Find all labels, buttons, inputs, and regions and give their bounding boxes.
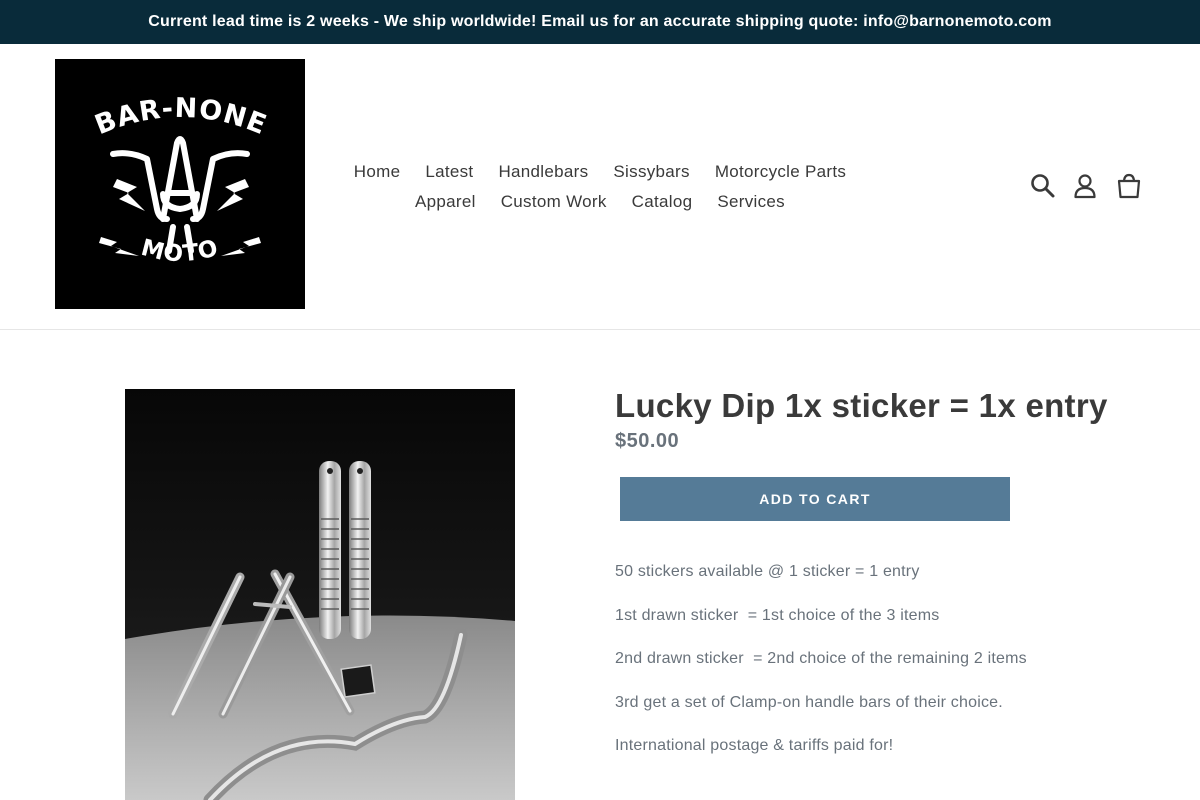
description-line: 3rd get a set of Clamp-on handle bars of… (615, 693, 1003, 711)
description-line: 50 stickers available @ 1 sticker = 1 en… (615, 563, 920, 580)
product-info: Lucky Dip 1x sticker = 1x entry $50.00 A… (615, 385, 1175, 754)
nav-item-custom-work[interactable]: Custom Work (488, 187, 619, 217)
announcement-bar: Current lead time is 2 weeks - We ship w… (0, 0, 1200, 44)
nav-item-latest[interactable]: Latest (413, 157, 486, 187)
nav-item-home[interactable]: Home (341, 157, 413, 187)
product-image[interactable] (125, 389, 515, 800)
product-description: 50 stickers available @ 1 sticker = 1 en… (615, 561, 1175, 779)
description-line: 1st drawn sticker = 1st choice of the 3 … (615, 606, 940, 624)
announcement-text: Current lead time is 2 weeks - We ship w… (148, 13, 1052, 30)
account-icon[interactable] (1070, 171, 1100, 201)
add-to-cart-button[interactable]: ADD TO CART (620, 477, 1010, 521)
search-icon[interactable] (1028, 171, 1058, 201)
nav-item-catalog[interactable]: Catalog (619, 187, 705, 217)
nav-item-services[interactable]: Services (705, 187, 798, 217)
nav-item-motorcycle-parts[interactable]: Motorcycle Parts (702, 157, 858, 187)
product-title: Lucky Dip 1x sticker = 1x entry (615, 387, 1108, 424)
cart-icon[interactable] (1114, 171, 1144, 201)
nav-item-handlebars[interactable]: Handlebars (486, 157, 601, 187)
nav-row-1: Home Latest Handlebars Sissybars Motorcy… (330, 157, 870, 187)
nav-item-apparel[interactable]: Apparel (403, 187, 489, 217)
main-navigation: Home Latest Handlebars Sissybars Motorcy… (330, 157, 870, 217)
description-line: 2nd drawn sticker = 2nd choice of the re… (615, 650, 1027, 668)
nav-item-sissybars[interactable]: Sissybars (601, 157, 702, 187)
description-line: International postage & tariffs paid for… (615, 737, 894, 755)
logo-graphic: BAR-NONE MOTO (55, 59, 305, 309)
product-price: $50.00 (615, 430, 680, 452)
nav-row-2: Apparel Custom Work Catalog Services (330, 187, 870, 217)
store-logo[interactable]: BAR-NONE MOTO (55, 59, 305, 309)
header-icons (1028, 171, 1144, 201)
site-header: BAR-NONE MOTO Home Latest Handlebars Sis… (0, 44, 1200, 330)
